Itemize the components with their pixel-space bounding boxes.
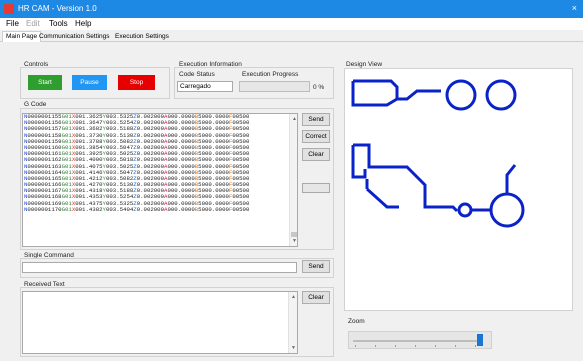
top-circle-left	[445, 79, 477, 111]
tab-execution-settings[interactable]: Execution Settings	[112, 32, 172, 42]
gcode-correct-button[interactable]: Correct	[302, 130, 330, 143]
tab-strip: Main Page Communication Settings Executi…	[0, 31, 583, 42]
zoom-tick	[415, 345, 416, 347]
start-button[interactable]: Start	[28, 75, 62, 90]
top-pad-trace	[351, 79, 441, 107]
bottom-pad-trace-2	[351, 145, 367, 179]
execution-progress-bar	[239, 81, 310, 92]
received-clear-button[interactable]: Clear	[302, 291, 330, 304]
received-scroll-up-icon[interactable]: ▲	[291, 294, 296, 300]
menu-file[interactable]: File	[6, 19, 19, 28]
single-command-send-button[interactable]: Send	[302, 260, 330, 273]
close-icon[interactable]: ×	[572, 3, 577, 13]
design-view-canvas[interactable]	[344, 68, 573, 311]
scroll-down-icon[interactable]: ▼	[292, 238, 297, 244]
received-scroll-down-icon[interactable]: ▼	[291, 345, 296, 351]
scroll-up-icon[interactable]: ▲	[292, 116, 297, 122]
menu-tools[interactable]: Tools	[49, 19, 68, 28]
pcb-trace-group	[351, 79, 525, 228]
app-icon	[4, 4, 14, 14]
zoom-tick	[375, 345, 376, 347]
gcode-listbox[interactable]: N0000001155G01X001.3625Y003.5325Z0.00200…	[22, 113, 298, 247]
gcode-clear-button[interactable]: Clear	[302, 148, 330, 161]
zoom-slider-track	[353, 340, 483, 342]
bottom-circle-left	[457, 202, 473, 218]
menu-bar: File Edit Tools Help	[0, 18, 583, 30]
top-circle-right	[485, 79, 517, 111]
received-scrollbar[interactable]: ▲ ▼	[288, 292, 297, 353]
gcode-line[interactable]: N0000001170G01X001.4382Y003.5404Z0.00200…	[23, 206, 297, 213]
gcode-send-button[interactable]: Send	[302, 113, 330, 126]
zoom-slider[interactable]	[348, 331, 492, 349]
tab-communication-settings[interactable]: Communication Settings	[36, 32, 112, 42]
execution-progress-value: 0 %	[313, 84, 325, 91]
bottom-lower-trace	[365, 179, 399, 209]
gcode-group-label: G Code	[24, 101, 47, 108]
zoom-tick	[455, 345, 456, 347]
zoom-tick	[355, 345, 356, 347]
code-status-label: Code Status	[179, 71, 215, 78]
design-view-drawing	[351, 79, 525, 228]
bottom-circle-right	[489, 192, 525, 228]
gcode-aux-field	[302, 183, 330, 193]
zoom-tick	[475, 345, 476, 347]
zoom-slider-thumb[interactable]	[476, 334, 483, 346]
menu-help[interactable]: Help	[75, 19, 91, 28]
menu-edit[interactable]: Edit	[26, 19, 40, 28]
execution-progress-label: Execution Progress	[242, 71, 299, 78]
design-view-label: Design View	[346, 61, 383, 68]
received-text-area[interactable]	[22, 291, 298, 354]
zoom-tick	[395, 345, 396, 347]
window-title: HR CAM - Version 1.0	[18, 4, 97, 13]
stop-button[interactable]: Stop	[118, 75, 155, 90]
pause-button[interactable]: Pause	[72, 75, 107, 90]
zoom-tick	[435, 345, 436, 347]
title-bar: HR CAM - Version 1.0 ×	[0, 0, 583, 18]
single-command-input[interactable]	[22, 262, 297, 273]
gcode-lines: N0000001155G01X001.3625Y003.5325Z0.00200…	[23, 114, 297, 213]
zoom-label: Zoom	[348, 318, 365, 325]
bottom-pad-trace	[353, 143, 459, 213]
gcode-scrollbar[interactable]: ▲ ▼	[289, 114, 297, 246]
gcode-scroll-thumb[interactable]	[291, 232, 297, 237]
code-status-field: Carregado	[177, 81, 233, 92]
